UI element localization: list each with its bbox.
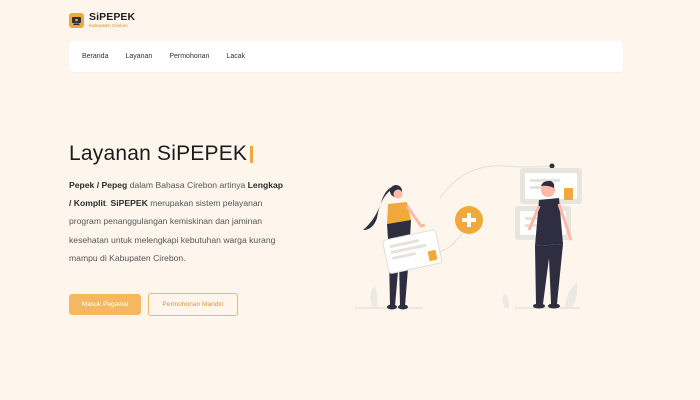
self-application-button[interactable]: Permohonan Mandiri — [148, 293, 238, 316]
brand[interactable]: SiPEPEK Kabupaten Cirebon — [69, 12, 135, 28]
term-sipepek: SiPEPEK — [110, 198, 148, 209]
term-pepek: Pepek / Pepeg — [69, 180, 128, 190]
hero-description: Pepek / Pepeg dalam Bahasa Cirebon artin… — [69, 176, 284, 267]
hero-illustration — [355, 163, 582, 310]
desc-text-1: dalam Bahasa Cirebon artinya — [127, 180, 248, 190]
navbar: Beranda Layanan Permohonan Lacak — [69, 41, 623, 72]
login-employee-button[interactable]: Masuk Pegawai — [69, 294, 141, 315]
nav-item-lacak[interactable]: Lacak — [226, 53, 245, 60]
nav-item-layanan[interactable]: Layanan — [125, 53, 152, 60]
brand-name: SiPEPEK — [89, 11, 136, 23]
brand-subtitle: Kabupaten Cirebon — [89, 22, 128, 28]
typing-cursor — [250, 145, 254, 163]
hero-title: Layanan SiPEPEK — [69, 142, 254, 166]
brand-logo — [69, 12, 84, 28]
hero-title-text: Layanan SiPEPEK — [69, 142, 248, 165]
nav-item-beranda[interactable]: Beranda — [82, 53, 108, 60]
nav-item-permohonan[interactable]: Permohonan — [169, 53, 209, 60]
